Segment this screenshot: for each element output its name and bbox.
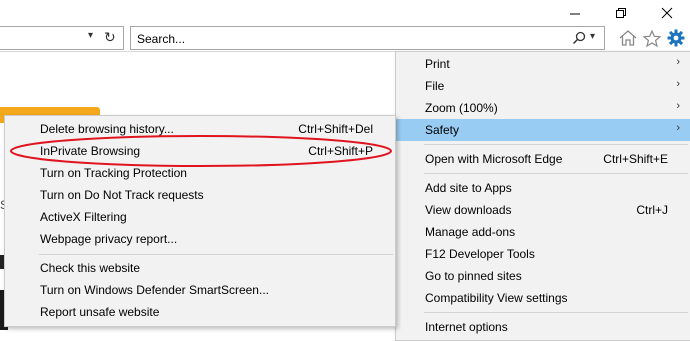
menu-item-compatibility-view[interactable]: Compatibility View settings	[396, 287, 690, 309]
chevron-down-icon[interactable]: ▾	[88, 30, 93, 41]
tools-menu: Print › File › Zoom (100%) › Safety › Op…	[395, 51, 690, 341]
address-bar[interactable]: ▾ ↻	[0, 26, 124, 50]
search-icon[interactable]	[572, 31, 586, 45]
restore-button[interactable]	[598, 0, 644, 26]
menu-item-label: Manage add-ons	[425, 225, 516, 239]
menu-item-label: Check this website	[40, 261, 141, 275]
menu-item-activex-filtering[interactable]: ActiveX Filtering	[5, 206, 395, 228]
restore-icon	[616, 8, 626, 18]
menu-item-zoom[interactable]: Zoom (100%) ›	[396, 97, 690, 119]
chevron-right-icon: ›	[676, 100, 680, 112]
menu-item-label: F12 Developer Tools	[425, 247, 535, 261]
menu-item-shortcut: Ctrl+Shift+E	[603, 152, 668, 166]
menu-item-label: Add site to Apps	[425, 181, 512, 195]
menu-item-label: ActiveX Filtering	[40, 210, 127, 224]
home-icon	[619, 30, 637, 46]
menu-item-add-site-to-apps[interactable]: Add site to Apps	[396, 177, 690, 199]
menu-item-print[interactable]: Print ›	[396, 53, 690, 75]
menu-item-label: Turn on Do Not Track requests	[40, 188, 204, 202]
favorites-button[interactable]	[641, 27, 663, 49]
menu-separator	[424, 144, 688, 145]
chevron-right-icon: ›	[676, 56, 680, 68]
menu-item-tracking-protection[interactable]: Turn on Tracking Protection	[5, 162, 395, 184]
menu-item-go-to-pinned-sites[interactable]: Go to pinned sites	[396, 265, 690, 287]
menu-item-view-downloads[interactable]: View downloads Ctrl+J	[396, 199, 690, 221]
menu-item-label: File	[425, 79, 445, 93]
close-icon	[661, 7, 673, 19]
menu-item-open-with-edge[interactable]: Open with Microsoft Edge Ctrl+Shift+E	[396, 148, 690, 170]
menu-item-do-not-track[interactable]: Turn on Do Not Track requests	[5, 184, 395, 206]
menu-item-manage-add-ons[interactable]: Manage add-ons	[396, 221, 690, 243]
menu-item-webpage-privacy-report[interactable]: Webpage privacy report...	[5, 228, 395, 250]
menu-item-shortcut: Ctrl+Shift+Del	[298, 122, 373, 136]
menu-item-smartscreen[interactable]: Turn on Windows Defender SmartScreen...	[5, 279, 395, 301]
menu-item-label: Webpage privacy report...	[40, 232, 178, 246]
search-dropdown-icon[interactable]: ▾	[590, 31, 595, 42]
menu-item-delete-browsing-history[interactable]: Delete browsing history... Ctrl+Shift+De…	[5, 118, 395, 140]
menu-separator	[424, 173, 688, 174]
menu-item-inprivate-browsing[interactable]: InPrivate Browsing Ctrl+Shift+P	[5, 140, 395, 162]
close-window-button[interactable]	[644, 0, 690, 26]
menu-item-label: Open with Microsoft Edge	[425, 152, 563, 166]
menu-item-label: Print	[425, 57, 450, 71]
search-box[interactable]: Search... ▾	[130, 26, 605, 50]
menu-item-label: View downloads	[425, 203, 512, 217]
menu-item-safety[interactable]: Safety ›	[396, 119, 690, 141]
gear-icon	[667, 29, 685, 47]
menu-item-shortcut: Ctrl+Shift+P	[308, 144, 373, 158]
menu-item-label: Zoom (100%)	[425, 101, 498, 115]
menu-separator	[424, 312, 688, 313]
menu-item-file[interactable]: File ›	[396, 75, 690, 97]
minimize-button[interactable]	[552, 0, 598, 26]
menu-item-label: InPrivate Browsing	[40, 144, 141, 158]
chevron-right-icon: ›	[676, 78, 680, 90]
menu-item-label: Safety	[425, 123, 460, 137]
menu-item-check-this-website[interactable]: Check this website	[5, 257, 395, 279]
menu-item-label: Delete browsing history...	[40, 122, 174, 136]
menu-item-f12-developer-tools[interactable]: F12 Developer Tools	[396, 243, 690, 265]
menu-item-label: Compatibility View settings	[425, 291, 568, 305]
menu-item-label: Go to pinned sites	[425, 269, 522, 283]
search-input[interactable]: Search...	[137, 32, 185, 46]
menu-item-label: Report unsafe website	[40, 305, 160, 319]
safety-submenu: Delete browsing history... Ctrl+Shift+De…	[4, 115, 396, 327]
star-icon	[643, 29, 661, 47]
menu-item-label: Turn on Windows Defender SmartScreen...	[40, 283, 269, 297]
minimize-icon	[570, 13, 580, 15]
home-button[interactable]	[617, 27, 639, 49]
menu-item-label: Turn on Tracking Protection	[40, 166, 187, 180]
menu-item-shortcut: Ctrl+J	[636, 203, 668, 217]
menu-item-report-unsafe-website[interactable]: Report unsafe website	[5, 301, 395, 323]
menu-item-label: Internet options	[425, 320, 508, 334]
refresh-icon[interactable]: ↻	[104, 29, 116, 46]
menu-item-internet-options[interactable]: Internet options	[396, 316, 690, 338]
tools-button[interactable]	[665, 27, 687, 49]
chevron-right-icon: ›	[676, 122, 680, 134]
menu-separator	[39, 254, 393, 255]
